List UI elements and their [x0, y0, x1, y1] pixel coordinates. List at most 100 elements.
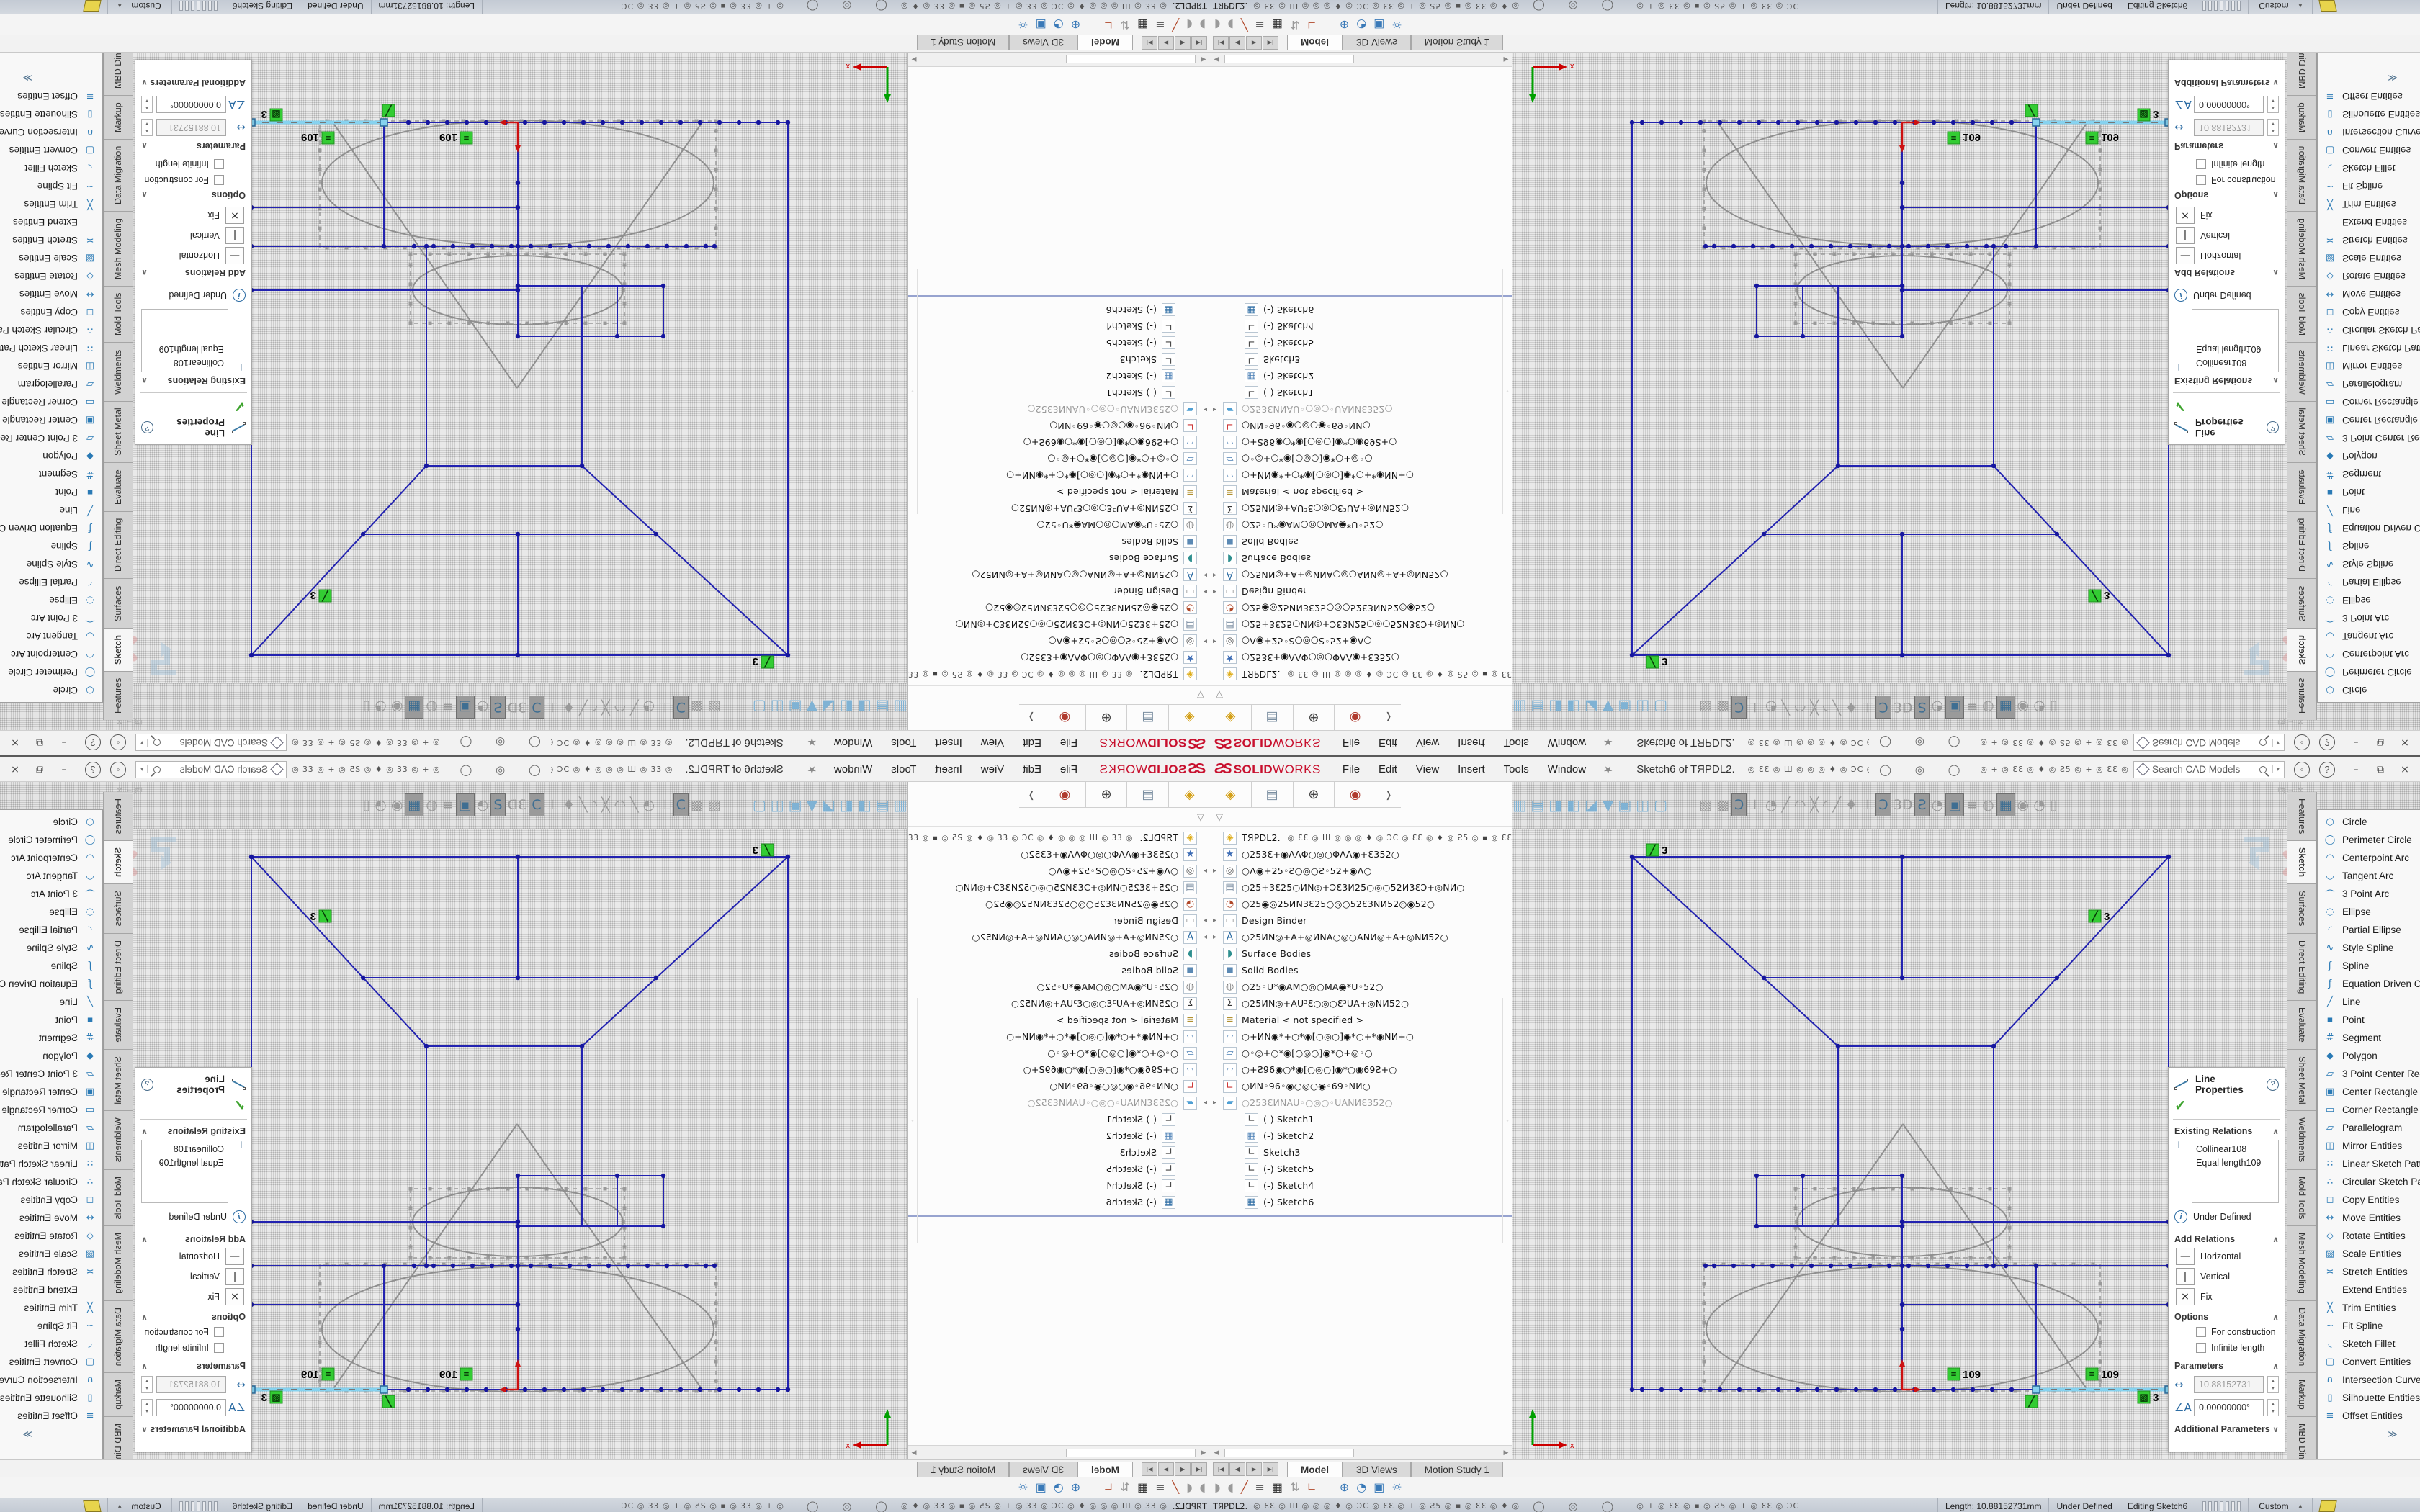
view-toolbar-icon[interactable]: ≡: [1155, 17, 1165, 32]
parameters-section[interactable]: Parameters ∧: [135, 1356, 251, 1373]
view-toolbar-icon[interactable]: ⊕: [1071, 1480, 1080, 1495]
scrollbar-thumb[interactable]: [1224, 55, 1354, 64]
quick-access-icons-2[interactable]: ◎ + ◎ ƐƐ ◎ ♦ ◎ Ƨ5 ◎ + ◎ ƐƐ ◎ ƆC ◎ ♦ ◎ ◎.…: [290, 738, 440, 747]
scroll-right-icon[interactable]: ▶: [908, 53, 920, 66]
tree-row[interactable]: ≡ Material < not specified >: [1210, 1012, 1512, 1028]
panel-tab[interactable]: ⊕: [1085, 705, 1127, 730]
scroll-right-icon[interactable]: ▶: [1500, 1446, 1512, 1459]
tree-horizontal-scrollbar[interactable]: ◀ ▶: [1210, 1445, 1512, 1459]
sketch-toolbar-icon[interactable]: ≡: [1964, 696, 1980, 718]
sketch-toolbar-icon[interactable]: ⊥: [1860, 696, 1876, 718]
sketch-toolbar-icon[interactable]: ◍: [424, 696, 440, 718]
view-toolbar-icon[interactable]: ∟: [1307, 1480, 1316, 1495]
sketch-toolbar-icon[interactable]: ≡: [440, 696, 456, 718]
flyout-menu-item[interactable]: ◯ Perimeter Circle: [2318, 831, 2420, 849]
quick-access-icons[interactable]: ◎ ƐƐ ◎ Ш ◎ ◎ ◎ ♦ ◎ ƆC ◎ ƐƐ ◎ + ◎: [551, 738, 672, 747]
tab-nav-button[interactable]: ▶: [1246, 1462, 1262, 1476]
sketch-toolbar-icon[interactable]: ▯: [361, 696, 372, 718]
restore-button[interactable]: ⧉: [29, 734, 50, 752]
menu-item[interactable]: Tools: [882, 734, 925, 752]
option-row[interactable]: For construction: [135, 1324, 251, 1340]
flyout-menu-item[interactable]: ▯ Silhouette Entities: [2318, 1389, 2420, 1407]
help-icon[interactable]: ?: [2267, 1079, 2279, 1091]
tree-row[interactable]: ▦ (-) Sketch2: [908, 1128, 1210, 1144]
search-dropdown-icon[interactable]: ▾: [140, 765, 148, 773]
feature-toolbar-icon[interactable]: ▣: [786, 696, 805, 719]
search-dropdown-icon[interactable]: ▾: [2272, 765, 2280, 773]
tree-row[interactable]: ∟ (-) Sketch4: [908, 318, 1210, 335]
login-icon[interactable]: ◦: [110, 735, 126, 751]
filter-icon[interactable]: ▽: [1216, 811, 1223, 823]
flyout-menu-item[interactable]: ▨ Scale Entities: [2318, 249, 2420, 267]
tree-row[interactable]: ▦ (-) Sketch6: [908, 302, 1210, 318]
tab-nav-button[interactable]: ▶|: [1263, 1462, 1278, 1476]
view-toolbar-icon[interactable]: ⊕: [1340, 1480, 1349, 1495]
view-toolbar-icon[interactable]: ╱: [1241, 1480, 1248, 1495]
view-toolbar-icon[interactable]: ◗: [1200, 1480, 1206, 1495]
units-selector[interactable]: Custom ▴: [2248, 1498, 2312, 1512]
command-tab[interactable]: Evaluate: [2287, 462, 2317, 511]
additional-parameters-section[interactable]: Additional Parameters ∨: [2169, 76, 2285, 93]
checkbox[interactable]: [2196, 159, 2206, 169]
tree-row[interactable]: ▸ ▭ Design Binder: [1210, 912, 1512, 929]
checkbox[interactable]: [2196, 1327, 2206, 1337]
pin-icon[interactable]: ★: [805, 734, 820, 750]
existing-relations-section[interactable]: Existing Relations ∧: [2169, 1121, 2285, 1138]
checkbox[interactable]: [214, 1343, 224, 1353]
sketch-toolbar-icon[interactable]: Ɔ: [1876, 696, 1891, 719]
relation-entry[interactable]: Collinear108: [2196, 1143, 2275, 1156]
search-input[interactable]: Search CAD Models: [161, 764, 268, 775]
tree-row[interactable]: ▱ ○+ИN◉*+○*◉[○◎○]◉*○+*◉NИ+○: [1210, 467, 1512, 484]
minimize-button[interactable]: –: [2345, 761, 2367, 778]
relation-button-icon[interactable]: |: [225, 1268, 244, 1285]
flyout-menu-item[interactable]: ∷ Linear Sketch Pattern: [0, 339, 102, 357]
sketch-toolbar-icon[interactable]: ╱: [1830, 696, 1842, 718]
sketch-toolbar-icon[interactable]: Ɔ: [673, 696, 689, 719]
panel-tab[interactable]: ⊕: [1294, 705, 1335, 730]
pin-icon[interactable]: ★: [805, 761, 820, 777]
view-toolbar-icon[interactable]: [1088, 18, 1096, 31]
spinner-control[interactable]: ▴▾: [2267, 1399, 2279, 1416]
panel-tab[interactable]: ◉: [1335, 782, 1376, 807]
flyout-menu-item[interactable]: ╱ Line: [2318, 501, 2420, 519]
sketch-toolbar-icon[interactable]: ◜: [1821, 696, 1830, 718]
parameter-input[interactable]: 10.88152731: [2194, 119, 2264, 136]
tree-row[interactable]: ▤ ○25+3Ɛ25○ИN◎+ƆƐ3И25○◎○52И3ƐƆ+◎NИ○: [908, 879, 1210, 896]
tree-row[interactable]: ∟ (-) Sketch5: [1210, 335, 1512, 351]
tree-row[interactable]: ◔ ○25◉◎25ИN3Ɛ25○◎○52Ɛ3NИ52◎◉52○: [1210, 600, 1512, 616]
flyout-menu-item[interactable]: ∼ Fit Spline: [0, 177, 102, 195]
help-icon[interactable]: ?: [2319, 762, 2335, 778]
sketch-toolbar-icon[interactable]: ╳: [1809, 794, 1821, 816]
command-tab[interactable]: Data Migration: [103, 1301, 133, 1373]
tree-row[interactable]: ★ ○253Ɛ+◉ΛΛΦ○◎○ΦΛΛ◉+Ɛ352○: [908, 846, 1210, 863]
add-relations-section[interactable]: Add Relations ∧: [2169, 1229, 2285, 1246]
flyout-menu-item[interactable]: ƒ Equation Driven Curve: [2318, 975, 2420, 993]
tree-row[interactable]: ▸ ▭ Design Binder: [908, 912, 1210, 929]
feature-toolbar-icon[interactable]: ▢: [1652, 696, 1670, 719]
view-toolbar-icon[interactable]: ▦: [1272, 17, 1283, 32]
document-tab[interactable]: 3D Views: [1009, 1462, 1077, 1477]
flyout-menu-item[interactable]: ╱ Line: [2318, 993, 2420, 1011]
command-tab[interactable]: Sheet Metal: [2287, 401, 2317, 463]
tree-row[interactable]: ◈ TЯPDL2. ◎ ƐƐ ◎ Ш ◎ ◎ ◎ ♦ ◎ ƆC ◎ ƐƐ ◎ ♦…: [1210, 666, 1512, 683]
document-tab[interactable]: Motion Study 1: [917, 35, 1009, 50]
more-commands-icon[interactable]: ≫: [2318, 1425, 2420, 1440]
flyout-menu-item[interactable]: ▭ Corner Rectangle: [0, 393, 102, 411]
tree-row[interactable]: ◔ ○25◉◎25ИN3Ɛ25○◎○52Ɛ3NИ52◎◉52○: [908, 600, 1210, 616]
help-icon[interactable]: ?: [85, 735, 101, 751]
view-toolbar-icon[interactable]: ≡: [1155, 1480, 1165, 1495]
view-orb-icons[interactable]: ◯ ◎ ◯: [1879, 763, 1970, 776]
sketch-toolbar-icon[interactable]: ▦: [405, 793, 424, 816]
command-tab[interactable]: Features: [103, 792, 133, 841]
tree-row[interactable]: ▸ ▭ Design Binder: [908, 583, 1210, 600]
command-tab[interactable]: Sketch: [103, 628, 133, 671]
flyout-menu-item[interactable]: ▱ Parallelogram: [2318, 375, 2420, 393]
tree-row[interactable]: ◈ TЯPDL2. ◎ ƐƐ ◎ Ш ◎ ◎ ◎ ♦ ◎ ƆC ◎ ƐƐ ◎ ♦…: [908, 829, 1210, 846]
flyout-menu-item[interactable]: ◫ Mirror Entities: [0, 1137, 102, 1155]
pin-icon[interactable]: ★: [1600, 734, 1615, 750]
tree-row[interactable]: ◔ ○25◉◎25ИN3Ɛ25○◎○52Ɛ3NИ52◎◉52○: [1210, 896, 1512, 912]
flyout-menu-item[interactable]: ▯ Silhouette Entities: [0, 1389, 102, 1407]
sketch-toolbar-icon[interactable]: ♦: [1843, 696, 1860, 718]
view-toolbar-icon[interactable]: ▣: [1373, 17, 1384, 32]
flyout-menu-item[interactable]: — Extend Entities: [2318, 213, 2420, 231]
